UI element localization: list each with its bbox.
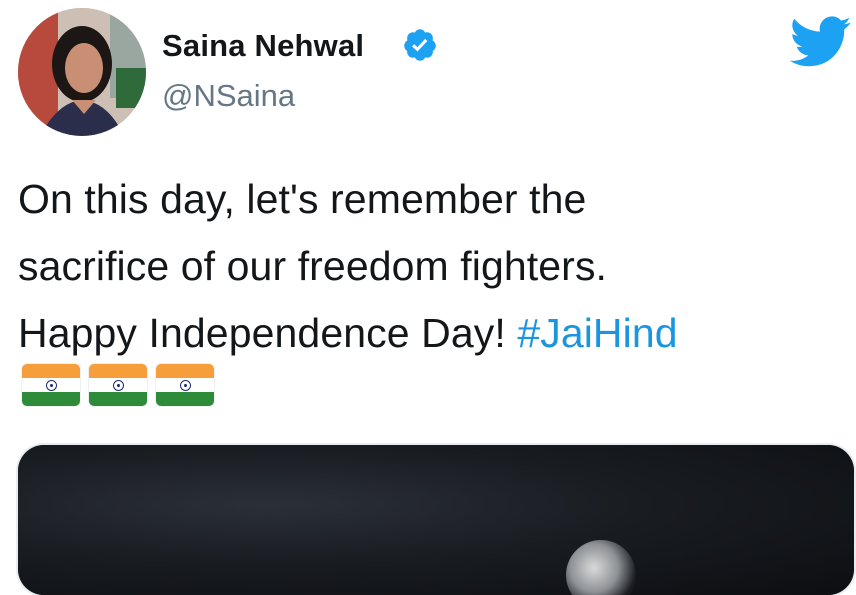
twitter-bird-icon[interactable] [790,16,852,68]
verified-badge-icon [404,29,436,61]
video-thumbnail[interactable] [18,445,854,595]
tweet-line-text: Happy Independence Day! [18,310,518,356]
video-frame [18,445,854,595]
profile-photo [18,8,146,136]
tweet-line: Happy Independence Day! #JaiHind [18,300,848,367]
tweet-text: On this day, let's remember the sacrific… [18,166,848,367]
india-flag-icon [156,364,214,406]
handle[interactable]: @NSaina [162,78,295,114]
avatar[interactable] [18,8,146,136]
india-flag-icon [89,364,147,406]
hashtag-link[interactable]: #JaiHind [517,310,677,356]
display-name[interactable]: Saina Nehwal [162,28,364,64]
tweet-line: On this day, let's remember the [18,176,587,222]
tweet-line: sacrifice of our freedom fighters. [18,243,608,289]
india-flag-icon [22,364,80,406]
